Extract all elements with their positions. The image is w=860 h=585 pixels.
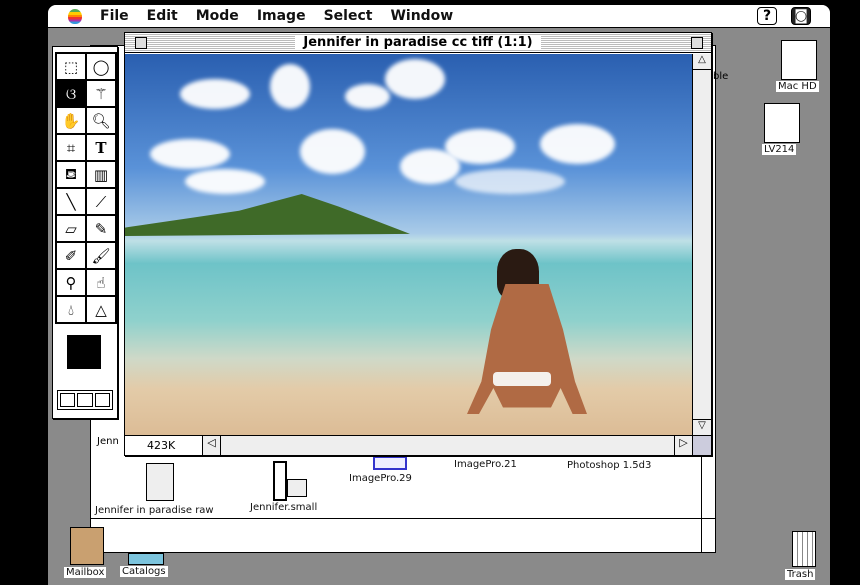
screen-mode-buttons[interactable] <box>57 390 113 410</box>
eyedropper-tool[interactable]: ⟋ <box>86 188 116 215</box>
toolbox-palette: ⬚ ◯ ଓ ⚚ ✋ 🔍︎ ⌗ T ⛾ ▥ ╲ ⟋ ▱ ✎ ✐ 🖌︎ ⚲ ☝ 💧︎… <box>52 46 118 419</box>
desktop: File Edit Mode Image Select Window ? ◙ b… <box>48 5 830 585</box>
paint-bucket-tool[interactable]: ⛾ <box>56 161 86 188</box>
window-title: Jennifer in paradise cc tiff (1:1) <box>295 35 541 50</box>
blur-tool[interactable]: 💧︎ <box>56 296 86 323</box>
woman-figure <box>467 284 587 414</box>
lasso-tool[interactable]: ଓ <box>56 80 86 107</box>
mailbox-label[interactable]: Mailbox <box>64 567 107 578</box>
disk-icon[interactable] <box>764 103 800 143</box>
file-label[interactable]: ImagePro.21 <box>452 459 519 470</box>
rect-marquee-tool[interactable]: ⬚ <box>56 53 86 80</box>
apple-menu-icon[interactable] <box>68 8 82 24</box>
document-size-label: 423K <box>125 436 203 455</box>
zoom-tool[interactable]: 🔍︎ <box>86 107 116 134</box>
menu-select[interactable]: Select <box>324 8 373 24</box>
disk-label[interactable]: LV214 <box>762 144 797 155</box>
menu-image[interactable]: Image <box>257 8 306 24</box>
scroll-left-arrow[interactable]: ◁ <box>203 436 221 455</box>
menu-bar: File Edit Mode Image Select Window ? ◙ <box>48 5 830 28</box>
catalogs-label[interactable]: Catalogs <box>120 566 168 577</box>
airbrush-tool[interactable]: ✐ <box>56 242 86 269</box>
scroll-down-arrow[interactable]: ▽ <box>693 419 711 435</box>
eraser-tool[interactable]: ▱ <box>56 215 86 242</box>
magic-wand-tool[interactable]: ⚚ <box>86 80 116 107</box>
pencil-tool[interactable]: ✎ <box>86 215 116 242</box>
island <box>125 194 410 236</box>
sharpen-tool[interactable]: △ <box>86 296 116 323</box>
menu-edit[interactable]: Edit <box>147 8 178 24</box>
smudge-tool[interactable]: ☝ <box>86 269 116 296</box>
menu-window[interactable]: Window <box>390 8 453 24</box>
horizontal-scrollbar[interactable]: 423K ◁ ▷ <box>125 435 711 455</box>
mailbox-icon[interactable] <box>70 527 104 565</box>
photoshop-app-icon[interactable]: ◙ <box>791 7 811 25</box>
balloon-help-icon[interactable]: ? <box>757 7 777 25</box>
title-bar[interactable]: Jennifer in paradise cc tiff (1:1) <box>125 33 711 53</box>
disk-label[interactable]: Mac HD <box>776 81 819 92</box>
size-box[interactable] <box>692 436 711 455</box>
application-icon[interactable] <box>373 456 407 470</box>
file-label[interactable]: ImagePro.29 <box>347 473 414 484</box>
rubber-stamp-tool[interactable]: ⚲ <box>56 269 86 296</box>
file-label[interactable]: Photoshop 1.5d3 <box>565 460 654 471</box>
trash-label[interactable]: Trash <box>785 569 816 580</box>
finder-column-label: ble <box>713 71 729 82</box>
type-tool[interactable]: T <box>86 134 116 161</box>
finder-partial-label: Jenn <box>97 436 119 447</box>
trash-icon[interactable] <box>792 531 816 567</box>
menu-mode[interactable]: Mode <box>196 8 239 24</box>
film-document-icon[interactable] <box>273 461 287 501</box>
ellipse-marquee-tool[interactable]: ◯ <box>86 53 116 80</box>
zoom-box[interactable] <box>691 37 703 49</box>
hand-tool[interactable]: ✋ <box>56 107 86 134</box>
vertical-scrollbar[interactable]: △ ▽ <box>692 54 711 435</box>
scroll-right-arrow[interactable]: ▷ <box>674 436 692 455</box>
menu-file[interactable]: File <box>100 8 129 24</box>
image-canvas[interactable] <box>125 54 693 435</box>
file-label[interactable]: Jennifer.small <box>248 502 320 513</box>
image-window: Jennifer in paradise cc tiff (1:1) △ ▽ 4… <box>124 32 712 456</box>
document-icon[interactable] <box>146 463 174 501</box>
disk-icon[interactable] <box>781 40 817 80</box>
crop-tool[interactable]: ⌗ <box>56 134 86 161</box>
close-box[interactable] <box>135 37 147 49</box>
line-tool[interactable]: ╲ <box>56 188 86 215</box>
foreground-color-swatch[interactable] <box>67 335 101 369</box>
file-label[interactable]: Jennifer in paradise raw <box>93 505 216 516</box>
gradient-tool[interactable]: ▥ <box>86 161 116 188</box>
paintbrush-tool[interactable]: 🖌︎ <box>86 242 116 269</box>
catalogs-icon[interactable] <box>128 553 164 565</box>
scroll-up-arrow[interactable]: △ <box>693 54 711 70</box>
